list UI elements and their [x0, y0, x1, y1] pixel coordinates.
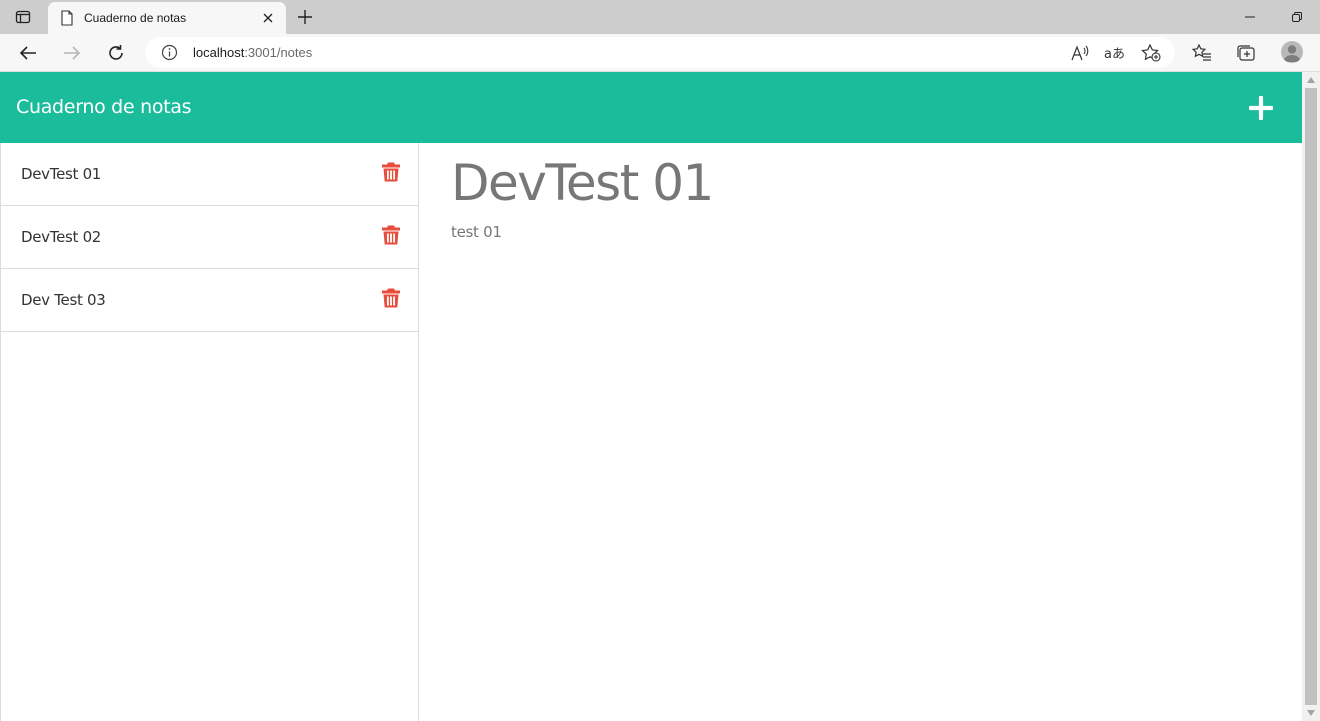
minimize-icon[interactable]: [1227, 0, 1273, 34]
address-bar[interactable]: localhost:3001/notes aあ: [145, 37, 1175, 68]
url-text[interactable]: localhost:3001/notes: [193, 45, 312, 60]
collections-icon[interactable]: [1234, 41, 1258, 65]
app-header: Cuaderno de notas: [0, 72, 1302, 143]
svg-text:aあ: aあ: [1104, 47, 1124, 61]
page-content: Cuaderno de notas DevTest 01 DevTest 02: [0, 72, 1302, 721]
note-item[interactable]: Dev Test 03: [1, 269, 418, 332]
app-title: Cuaderno de notas: [16, 96, 192, 118]
browser-toolbar: localhost:3001/notes aあ: [0, 34, 1320, 72]
scrollbar-thumb[interactable]: [1305, 88, 1317, 705]
page-scrollbar[interactable]: [1302, 72, 1320, 721]
plus-icon: [1249, 96, 1273, 120]
favorites-icon[interactable]: [1190, 41, 1214, 65]
info-icon[interactable]: [161, 44, 178, 61]
delete-note-button[interactable]: [381, 161, 401, 183]
restore-icon[interactable]: [1274, 0, 1320, 34]
note-label: DevTest 01: [21, 165, 102, 183]
document-icon: [61, 10, 73, 26]
refresh-icon[interactable]: [102, 39, 130, 67]
scroll-up-icon[interactable]: [1306, 76, 1316, 84]
delete-note-button[interactable]: [381, 287, 401, 309]
tab-title: Cuaderno de notas: [84, 11, 187, 25]
url-host: localhost: [193, 45, 245, 60]
add-note-button[interactable]: [1245, 92, 1277, 124]
notes-sidebar: DevTest 01 DevTest 02 Dev Test 03: [0, 143, 419, 721]
add-favorite-icon[interactable]: [1140, 42, 1162, 64]
note-title: DevTest 01: [451, 154, 714, 212]
translate-icon[interactable]: aあ: [1103, 42, 1125, 64]
forward-icon: [58, 39, 86, 67]
note-detail: DevTest 01 test 01: [419, 143, 1302, 721]
note-label: Dev Test 03: [21, 291, 106, 309]
scroll-down-icon[interactable]: [1306, 709, 1316, 717]
read-aloud-icon[interactable]: [1069, 42, 1091, 64]
note-text: test 01: [451, 223, 502, 241]
note-item[interactable]: DevTest 02: [1, 206, 418, 269]
back-icon[interactable]: [14, 39, 42, 67]
url-path: :3001/notes: [244, 45, 313, 60]
new-tab-icon[interactable]: [292, 5, 318, 29]
browser-tab-strip: Cuaderno de notas: [0, 0, 1320, 34]
person-icon: [1283, 45, 1301, 62]
browser-tab[interactable]: Cuaderno de notas: [48, 2, 286, 34]
sidebar-toggle-icon[interactable]: [0, 0, 46, 34]
note-item[interactable]: DevTest 01: [1, 143, 418, 206]
close-tab-icon[interactable]: [256, 6, 280, 30]
note-label: DevTest 02: [21, 228, 102, 246]
profile-avatar[interactable]: [1281, 41, 1303, 63]
delete-note-button[interactable]: [381, 224, 401, 246]
